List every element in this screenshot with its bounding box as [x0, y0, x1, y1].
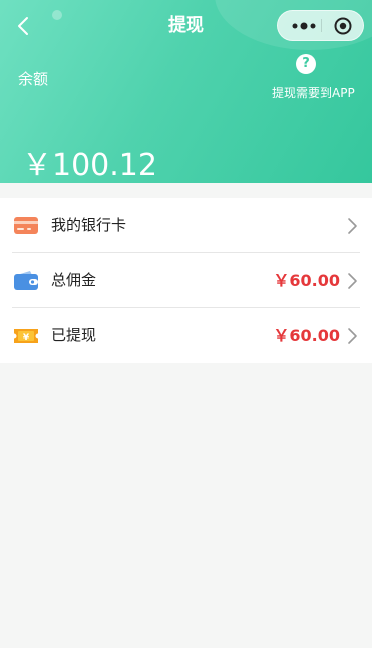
balance-amount: ￥100.12: [22, 148, 157, 183]
target-close-icon: [334, 17, 352, 34]
list-item-bank-card[interactable]: 我的银行卡: [0, 198, 372, 253]
chevron-right-icon: [348, 273, 357, 289]
yen-ticket-icon: ¥: [14, 329, 38, 343]
list-item-label: 总佣金: [51, 271, 97, 289]
list-item-label: 我的银行卡: [51, 216, 127, 234]
chevron-right-icon: [348, 328, 357, 344]
help-icon[interactable]: ?: [296, 54, 316, 74]
list-item-value: ￥60.00: [273, 326, 340, 345]
mini-program-capsule: [277, 10, 364, 41]
list-item-label: 已提现: [51, 326, 97, 344]
balance-header: 提现 余额 ? 提现需要到APP ￥100.12: [0, 0, 372, 183]
wallet-icon: [14, 271, 38, 290]
list-item-total-commission[interactable]: 总佣金 ￥60.00: [0, 253, 372, 308]
bank-card-icon: [14, 217, 38, 234]
list-item-withdrawn[interactable]: ¥ 已提现 ￥60.00: [0, 308, 372, 363]
wallet-menu-list: 我的银行卡 总佣金 ￥60.00 ¥ 已提现 ￥60.00: [0, 198, 372, 363]
more-dots-icon: [292, 22, 316, 29]
chevron-right-icon: [348, 218, 357, 234]
help-text[interactable]: 提现需要到APP: [272, 84, 355, 101]
more-button[interactable]: [288, 11, 320, 40]
close-button[interactable]: [330, 11, 356, 40]
svg-text:¥: ¥: [23, 333, 30, 343]
balance-label: 余额: [18, 70, 49, 88]
capsule-divider: [321, 19, 322, 32]
list-item-value: ￥60.00: [273, 271, 340, 290]
